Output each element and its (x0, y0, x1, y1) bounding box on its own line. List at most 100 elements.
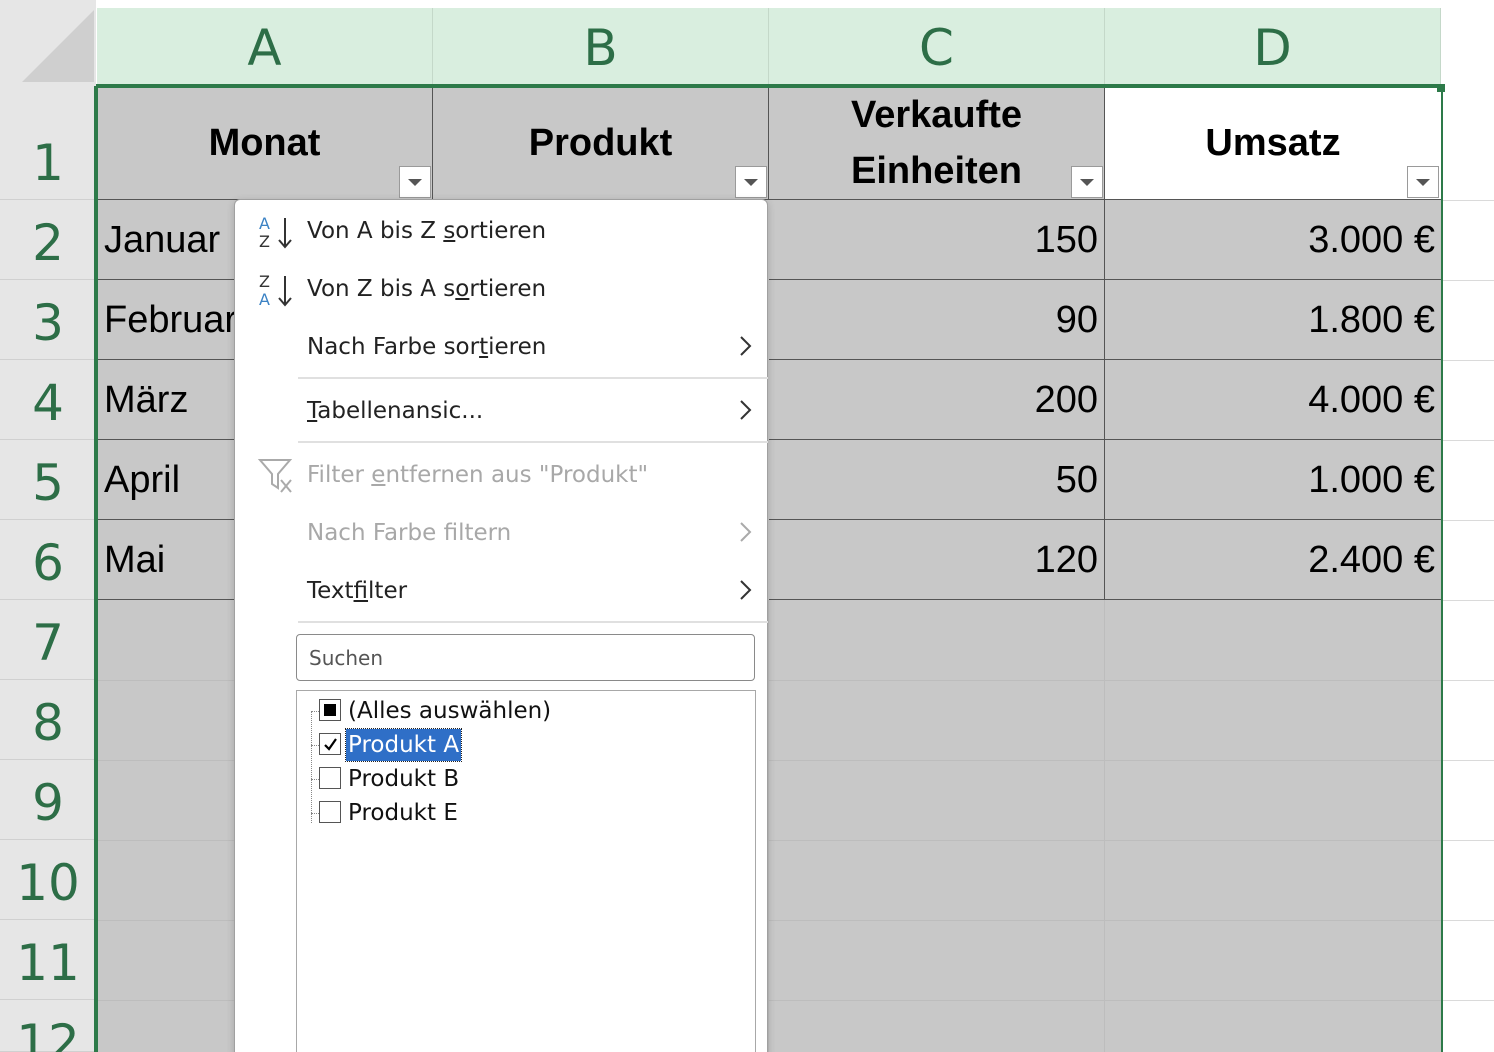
menu-separator (298, 441, 768, 443)
gridline (1443, 520, 1494, 521)
menu-separator (298, 621, 768, 623)
menu-table-view[interactable]: Tabellenansic... (235, 382, 767, 438)
filter-dropdown-umsatz[interactable] (1407, 166, 1439, 198)
empty-column-c (769, 600, 1105, 1052)
cell-c6[interactable]: 120 (769, 520, 1105, 600)
filter-item-select-all[interactable]: (Alles auswählen) (317, 694, 717, 728)
checkmark-icon (324, 738, 337, 751)
filter-dropdown-produkt[interactable] (735, 166, 767, 198)
table-header-umsatz[interactable]: Umsatz (1105, 87, 1442, 200)
table-header-einheiten[interactable]: Verkaufte Einheiten (769, 87, 1105, 200)
menu-remove-filter-label: Filter entfernen aus "Produkt" (307, 462, 649, 488)
filter-item-label: Produkt E (348, 800, 458, 826)
produkt-b-checkbox[interactable] (319, 767, 341, 789)
filter-dropdown-icon (744, 178, 758, 186)
row-header-7[interactable]: 7 (0, 600, 96, 680)
outside-table-area (1443, 86, 1494, 1052)
menu-sort-a-to-z-label: Von A bis Z sortieren (307, 218, 547, 244)
menu-separator (298, 377, 768, 379)
menu-sort-z-to-a-label: Von Z bis A sortieren (307, 276, 547, 302)
tree-connector (311, 711, 312, 823)
table-header-produkt[interactable]: Produkt (433, 87, 769, 200)
select-all-corner[interactable] (0, 0, 96, 86)
menu-filter-by-color-label: Nach Farbe filtern (307, 520, 512, 546)
filter-item-produkt-b[interactable]: Produkt B (317, 762, 717, 796)
row-header-8[interactable]: 8 (0, 680, 96, 760)
row-header-2[interactable]: 2 (0, 200, 96, 280)
menu-table-view-label: Tabellenansic... (307, 398, 484, 424)
cell-c3[interactable]: 90 (769, 280, 1105, 360)
filter-item-produkt-e[interactable]: Produkt E (317, 796, 717, 830)
column-header-empty (1441, 8, 1494, 86)
produkt-a-checkbox[interactable] (319, 733, 341, 755)
select-all-checkbox[interactable] (319, 699, 341, 721)
filter-dropdown-monat[interactable] (399, 166, 431, 198)
gridline (1443, 920, 1494, 921)
svg-text:Z: Z (259, 232, 270, 251)
clear-filter-icon (257, 459, 293, 493)
menu-filter-by-color[interactable]: Nach Farbe filtern (235, 504, 767, 560)
table-header-einheiten-line2: Einheiten (850, 150, 1023, 192)
chevron-right-icon (740, 580, 752, 600)
cell-c2[interactable]: 150 (769, 200, 1105, 280)
cell-d3[interactable]: 1.800 € (1105, 280, 1442, 360)
column-header-a[interactable]: A (97, 8, 433, 86)
cell-d5[interactable]: 1.000 € (1105, 440, 1442, 520)
select-all-triangle (22, 10, 94, 82)
row-header-1[interactable]: 1 (0, 86, 96, 200)
sort-descending-icon: Z A (259, 272, 292, 309)
filter-values-list[interactable]: (Alles auswählen) Produkt A Produkt B Pr… (296, 690, 756, 1052)
autofilter-menu: A Z Von A bis Z sortieren Z A Von Z bis … (234, 199, 768, 1052)
menu-sort-by-color-label: Nach Farbe sortieren (307, 334, 547, 360)
table-header-umsatz-label: Umsatz (1205, 122, 1341, 164)
svg-text:A: A (259, 214, 270, 233)
table-header-einheiten-line1: Verkaufte (850, 94, 1023, 136)
filter-item-produkt-a[interactable]: Produkt A (317, 728, 717, 762)
row-header-11[interactable]: 11 (0, 920, 96, 1000)
cell-d6[interactable]: 2.400 € (1105, 520, 1442, 600)
cell-d2[interactable]: 3.000 € (1105, 200, 1442, 280)
filter-dropdown-icon (1416, 178, 1430, 186)
menu-text-filter[interactable]: Textfilter (235, 562, 767, 618)
menu-sort-by-color[interactable]: Nach Farbe sortieren (235, 318, 767, 374)
row-header-5[interactable]: 5 (0, 440, 96, 520)
row-header-9[interactable]: 9 (0, 760, 96, 840)
chevron-right-icon (740, 400, 752, 420)
menu-sort-a-to-z[interactable]: A Z Von A bis Z sortieren (235, 202, 767, 258)
gridline (1443, 1000, 1494, 1001)
filter-dropdown-icon (408, 178, 422, 186)
gridline (1443, 840, 1494, 841)
produkt-e-checkbox[interactable] (319, 801, 341, 823)
filter-search-input[interactable] (296, 634, 755, 681)
cell-d4[interactable]: 4.000 € (1105, 360, 1442, 440)
svg-text:Z: Z (259, 272, 270, 291)
filter-dropdown-einheiten[interactable] (1071, 166, 1103, 198)
gridline (1443, 600, 1494, 601)
menu-text-filter-label: Textfilter (307, 578, 408, 604)
column-header-c[interactable]: C (769, 8, 1105, 86)
filter-item-label: Produkt B (348, 766, 460, 792)
row-header-12[interactable]: 12 (0, 1000, 96, 1052)
gridline (1443, 280, 1494, 281)
table-header-monat[interactable]: Monat (97, 87, 433, 200)
cell-c5[interactable]: 50 (769, 440, 1105, 520)
menu-remove-filter[interactable]: Filter entfernen aus "Produkt" (235, 446, 767, 502)
filter-item-label: (Alles auswählen) (348, 698, 552, 724)
chevron-right-icon (740, 336, 752, 356)
cell-c4[interactable]: 200 (769, 360, 1105, 440)
svg-text:A: A (259, 290, 270, 309)
gridline (1443, 200, 1494, 201)
row-header-10[interactable]: 10 (0, 840, 96, 920)
gridline (1443, 440, 1494, 441)
row-header-6[interactable]: 6 (0, 520, 96, 600)
fill-handle[interactable] (1437, 84, 1445, 92)
column-header-b[interactable]: B (433, 8, 769, 86)
table-header-monat-label: Monat (208, 122, 321, 164)
row-header-4[interactable]: 4 (0, 360, 96, 440)
menu-sort-z-to-a[interactable]: Z A Von Z bis A sortieren (235, 260, 767, 316)
row-header-3[interactable]: 3 (0, 280, 96, 360)
column-header-d[interactable]: D (1105, 8, 1441, 86)
table-header-produkt-label: Produkt (528, 122, 673, 164)
filter-item-label: Produkt A (344, 728, 463, 762)
filter-dropdown-icon (1080, 178, 1094, 186)
